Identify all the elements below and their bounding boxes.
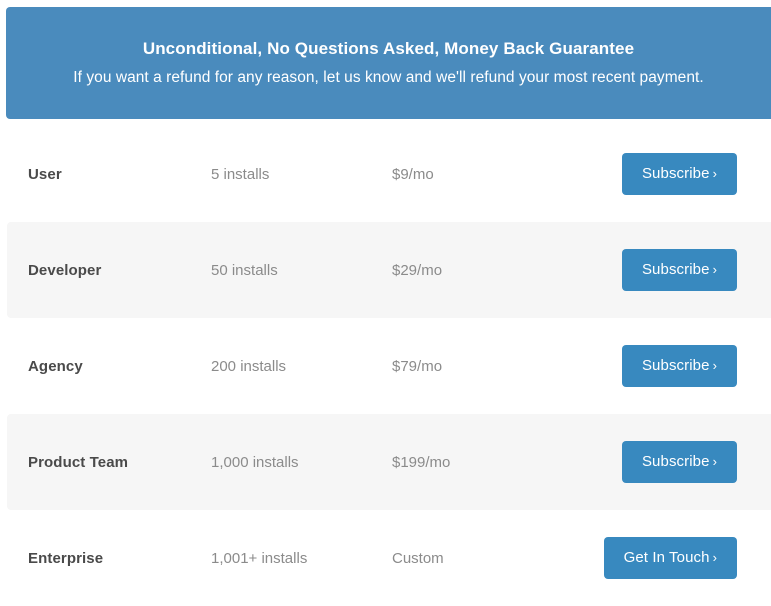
guarantee-title: Unconditional, No Questions Asked, Money… (142, 38, 635, 58)
plan-price: $9/mo (392, 165, 434, 183)
guarantee-subtitle: If you want a refund for any reason, let… (73, 68, 704, 86)
plan-name: Agency (28, 357, 83, 375)
plan-installs: 1,001+ installs (211, 549, 308, 567)
cta-label: Subscribe (641, 453, 710, 470)
chevron-right-icon: › (712, 262, 717, 277)
plan-installs: 200 installs (211, 357, 287, 375)
plan-name: Product Team (28, 453, 129, 471)
chevron-right-icon: › (712, 166, 717, 181)
cta-label: Subscribe (641, 165, 710, 182)
subscribe-button[interactable]: Subscribe › (621, 153, 737, 195)
plan-row-list: User 5 installs $9/mo Subscribe › Develop… (0, 126, 771, 606)
plan-name: Developer (28, 261, 102, 279)
table-row: Agency 200 installs $79/mo Subscribe › (7, 318, 771, 414)
cta-label: Subscribe (641, 261, 710, 278)
plan-installs: 50 installs (211, 261, 278, 279)
get-in-touch-button[interactable]: Get In Touch › (603, 537, 737, 579)
plan-price: $29/mo (392, 261, 443, 279)
plan-name: Enterprise (28, 549, 104, 567)
plan-action-cell: Subscribe › (621, 441, 737, 483)
plan-name: User (28, 165, 62, 183)
money-back-guarantee-banner: Unconditional, No Questions Asked, Money… (6, 7, 771, 119)
subscribe-button[interactable]: Subscribe › (621, 249, 737, 291)
cta-label: Get In Touch (623, 549, 710, 566)
cta-label: Subscribe (641, 357, 710, 374)
plan-action-cell: Subscribe › (621, 345, 737, 387)
plan-action-cell: Subscribe › (621, 249, 737, 291)
table-row: User 5 installs $9/mo Subscribe › (7, 126, 771, 222)
plan-installs: 5 installs (211, 165, 270, 183)
plan-action-cell: Get In Touch › (603, 537, 737, 579)
plan-action-cell: Subscribe › (621, 153, 737, 195)
table-row: Developer 50 installs $29/mo Subscribe › (7, 222, 771, 318)
chevron-right-icon: › (712, 550, 717, 565)
pricing-table: Unconditional, No Questions Asked, Money… (0, 0, 771, 593)
table-row: Enterprise 1,001+ installs Custom Get In… (7, 510, 771, 606)
plan-price: Custom (392, 549, 444, 567)
chevron-right-icon: › (712, 358, 717, 373)
subscribe-button[interactable]: Subscribe › (621, 441, 737, 483)
plan-price: $79/mo (392, 357, 443, 375)
table-row: Product Team 1,000 installs $199/mo Subs… (7, 414, 771, 510)
chevron-right-icon: › (712, 454, 717, 469)
plan-price: $199/mo (392, 453, 451, 471)
subscribe-button[interactable]: Subscribe › (621, 345, 737, 387)
plan-installs: 1,000 installs (211, 453, 299, 471)
